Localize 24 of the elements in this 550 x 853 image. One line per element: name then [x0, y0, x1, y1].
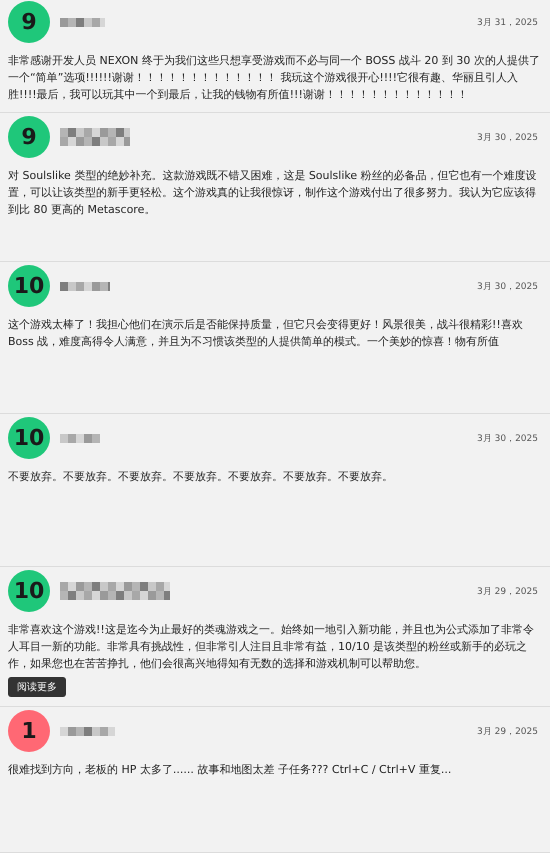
score-badge: 10 [8, 265, 50, 307]
review-date: 3月 29，2025 [477, 586, 539, 598]
read-more-button[interactable]: 阅读更多 [8, 677, 66, 697]
review-text: 非常喜欢这个游戏!!这是迄今为止最好的类魂游戏之一。始终如一地引入新功能，并且也为公式添加了非常令人耳目一新的功能。非常具有挑战性，但非常引人注目且非常有益，10/10 是该类型的粉丝或新手的必玩之作，如果您也在苦苦挣扎，他们会很高兴地得知有无数的选择和游戏机制可以帮助您。 [8, 622, 535, 672]
review-text: 对 Soulslike 类型的绝妙补充。这款游戏既不错又困难，这是 Soulslike 粉丝的必备品，但它也有一个难度设置，可以让该类型的新手更轻松。这个游戏真的让我很惊讶，制作这个游戏付出了很多努力。我认为它应该得到比 80 更高的 Metascore。 [8, 168, 538, 218]
review-date: 3月 29，2025 [477, 726, 539, 738]
review-text: 很难找到方向，老板的 HP 太多了...... 故事和地图太差 子任务??? Ctrl+C / Ctrl+V 重复... [8, 762, 452, 778]
blurred-username-drawing [60, 128, 130, 146]
score-badge: 9 [8, 1, 50, 43]
review-date: 3月 31，2025 [477, 16, 539, 28]
review-date: 3月 30，2025 [477, 280, 539, 292]
blurred-username-drawing [60, 18, 105, 26]
review-date: 3月 30，2025 [477, 132, 539, 144]
blurred-username-drawing [60, 434, 100, 442]
score-badge: 1 [8, 710, 50, 752]
review-text: 非常感谢开发人员 NEXON 终于为我们这些只想享受游戏而不必与同一个 BOSS 战斗 20 到 30 次的人提供了一个“简单”选项!!!!!!谢谢！！！！！！！！！！！！！ 我玩这个游戏很开心!!!!它很有趣、华丽且引人入胜!!!!最后，我可以玩其中一个到最后，让我的钱物有所值!!!谢谢！！！！！！！！！！！！！ [8, 53, 541, 103]
review-text: 这个游戏太棒了！我担心他们在演示后是否能保持质量，但它只会变得更好！风景很美，战斗很精彩!!喜欢 Boss 战，难度高得令人满意，并且为不习惯该类型的人提供简单的模式。一个美妙的惊喜！物有所值 [8, 317, 524, 350]
review-text: 不要放弃。不要放弃。不要放弃。不要放弃。不要放弃。不要放弃。不要放弃。 [8, 469, 394, 485]
score-badge: 10 [8, 570, 50, 612]
score-badge: 9 [8, 116, 50, 158]
blurred-username-drawing [60, 282, 110, 290]
review-date: 3月 30，2025 [477, 432, 539, 444]
score-badge: 10 [8, 417, 50, 459]
blurred-username-drawing [60, 726, 115, 736]
